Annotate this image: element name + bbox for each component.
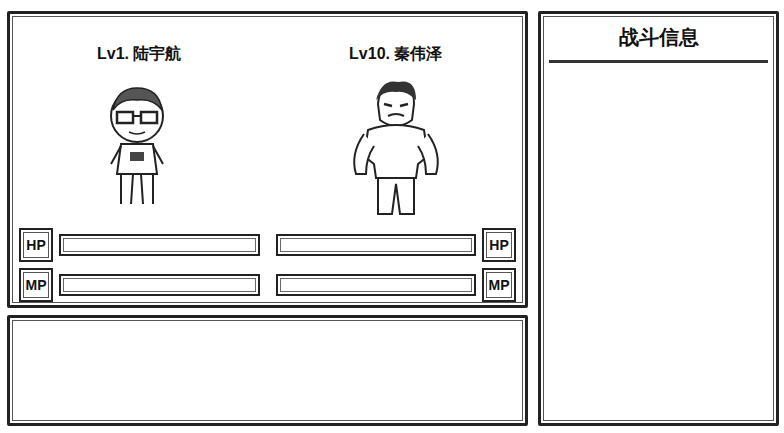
mp-bar xyxy=(59,274,260,296)
mp-label: MP xyxy=(19,268,53,302)
mp-row: MP xyxy=(19,268,260,302)
character-figure xyxy=(77,72,201,222)
stat-bars: HP MP xyxy=(276,228,517,302)
mp-row: MP xyxy=(276,268,517,302)
mp-bar xyxy=(276,274,477,296)
hp-bar xyxy=(276,234,477,256)
message-panel xyxy=(7,315,528,426)
fighter: Lv1. 陆宇航 HP MP xyxy=(19,14,260,305)
fighter-name: Lv1. 陆宇航 xyxy=(97,44,181,64)
fighter: Lv10. 秦伟泽 HP MP xyxy=(276,14,517,305)
character-figure xyxy=(334,72,458,222)
fighter-name: Lv10. 秦伟泽 xyxy=(349,44,442,64)
info-panel: 战斗信息 xyxy=(538,11,779,426)
stat-bars: HP MP xyxy=(19,228,260,302)
battle-panel: Lv1. 陆宇航 HP MP Lv10. 秦伟泽 HP MP xyxy=(7,11,528,308)
hp-row: HP xyxy=(276,228,517,262)
hp-label: HP xyxy=(19,228,53,262)
info-title: 战斗信息 xyxy=(549,14,768,63)
mp-label: MP xyxy=(482,268,516,302)
hp-bar xyxy=(59,234,260,256)
hp-row: HP xyxy=(19,228,260,262)
hp-label: HP xyxy=(482,228,516,262)
